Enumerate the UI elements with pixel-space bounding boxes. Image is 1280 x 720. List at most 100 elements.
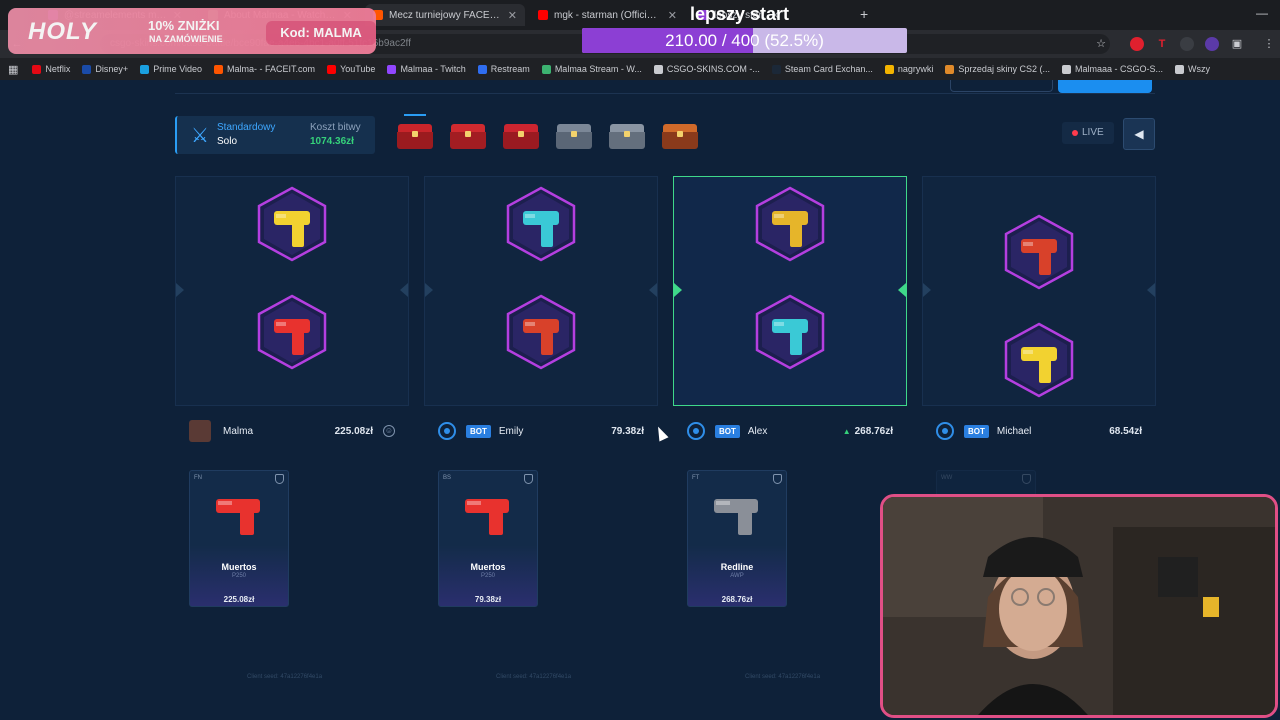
spinner-item — [505, 293, 577, 371]
bookmark-label: Disney+ — [95, 64, 129, 74]
item-condition: FN — [194, 475, 202, 481]
case-thumbnail[interactable] — [608, 122, 646, 150]
bookmark-item[interactable]: Restream — [477, 64, 530, 74]
close-icon[interactable]: ✕ — [508, 9, 517, 22]
bookmark-favicon-icon — [140, 64, 150, 74]
player-name: Malma — [223, 425, 254, 437]
tab-title: mgk - starman (Official Mu — [554, 9, 662, 21]
bookmark-item[interactable]: Wszy — [1175, 64, 1210, 74]
bookmark-item[interactable]: nagrywki — [884, 64, 933, 74]
bookmark-item[interactable]: CSGO-SKINS.COM -... — [653, 64, 760, 74]
bookmark-item[interactable]: Disney+ — [82, 64, 128, 74]
bookmark-label: Restream — [490, 64, 530, 74]
case-thumbnail[interactable] — [502, 122, 540, 150]
tab-favicon-icon — [538, 10, 548, 20]
bookmark-item[interactable]: Netflix — [32, 64, 70, 74]
bot-badge: BOT — [466, 424, 491, 438]
bookmark-label: Netflix — [45, 64, 71, 74]
player-total-text: 268.76zł — [854, 425, 893, 437]
player-total-value: 79.38zł — [611, 426, 644, 437]
spinner-left-marker — [674, 283, 682, 297]
emoji-icon[interactable]: ☺ — [383, 425, 395, 437]
item-price: 268.76zł — [721, 595, 753, 604]
spinner-left-marker — [425, 283, 433, 297]
item-condition: FT — [692, 475, 700, 481]
case-spinner — [673, 176, 907, 406]
bot-avatar-icon — [438, 422, 456, 440]
avatar — [189, 420, 211, 442]
item-price: 225.08zł — [223, 595, 255, 604]
client-seed: Client seed: 47a12276f4e1a — [745, 674, 821, 680]
bookmark-item[interactable]: Malma- - FACEIT.com — [214, 64, 315, 74]
menu-icon[interactable]: ⋮ — [1262, 37, 1276, 51]
browser-tab[interactable]: mgk - starman (Official Mu ✕ — [530, 4, 685, 26]
player-total-value: 225.08zł — [335, 426, 373, 437]
extension-icon[interactable]: T — [1155, 37, 1169, 51]
bookmark-favicon-icon — [32, 64, 42, 74]
close-icon[interactable]: ✕ — [668, 9, 677, 22]
bookmark-item[interactable]: Steam Card Exchan... — [771, 64, 873, 74]
client-seed: Client seed: 47a12276f4e1a — [247, 674, 323, 680]
extension-icon[interactable] — [1130, 37, 1144, 51]
weapon-image — [459, 491, 519, 541]
apps-grid-icon[interactable]: ▦ — [8, 63, 18, 76]
spinner-left-marker — [923, 283, 931, 297]
spinner-right-marker — [1147, 283, 1155, 297]
sound-toggle-button[interactable]: ◀ — [1123, 118, 1155, 150]
browser-tab[interactable]: Mecz turniejowy FACEIT - FACE ✕ — [365, 4, 525, 26]
bookmark-label: Malmaa - Twitch — [400, 64, 466, 74]
minimize-button[interactable]: — — [1256, 6, 1268, 20]
cost-value: 1074.36zł — [310, 136, 354, 147]
client-seed: Client seed: 47a12276f4e1a — [496, 674, 572, 680]
won-item-card[interactable]: FN Muertos P250 225.08zł — [189, 470, 289, 607]
item-type: P250 — [231, 573, 246, 579]
player-name: Michael — [996, 425, 1032, 437]
won-item-card[interactable]: BS Muertos P250 79.38zł — [438, 470, 538, 607]
item-price: 79.38zł — [474, 595, 502, 604]
header-primary-button[interactable] — [1058, 80, 1152, 93]
spinner-item — [1003, 321, 1075, 399]
extension-icon[interactable] — [1180, 37, 1194, 51]
case-thumbnail[interactable] — [661, 122, 699, 150]
bookmark-item[interactable]: Sprzedaj skiny CS2 (... — [945, 64, 1050, 74]
extension-icon[interactable] — [1205, 37, 1219, 51]
bookmark-label: CSGO-SKINS.COM -... — [666, 64, 760, 74]
player-total-text: 225.08zł — [334, 425, 373, 437]
tab-title: Mecz turniejowy FACEIT - FACE — [389, 9, 502, 21]
player-row: BOT Alex ▲ 268.76zł — [673, 416, 907, 446]
current-case-indicator — [404, 114, 426, 116]
bot-avatar-icon — [936, 422, 954, 440]
bookmark-item[interactable]: Malmaa Stream - W... — [541, 64, 642, 74]
bookmark-label: YouTube — [340, 64, 376, 74]
bot-badge: BOT — [715, 424, 740, 438]
case-thumbnail[interactable] — [555, 122, 593, 150]
goal-progress-bar: 210.00 / 400 (52.5%) — [582, 28, 907, 53]
shield-icon — [773, 474, 782, 484]
bookmark-item[interactable]: YouTube — [327, 64, 375, 74]
live-indicator: LIVE — [1062, 122, 1114, 144]
header-secondary-button[interactable] — [950, 80, 1053, 92]
case-spinner — [424, 176, 658, 406]
promo-discount-sub: NA ZAMÓWIENIE — [149, 34, 223, 44]
bookmark-favicon-icon — [387, 64, 397, 74]
won-item-card[interactable]: FT Redline AWP 268.76zł — [687, 470, 787, 607]
promo-logo: HOLY — [28, 18, 97, 45]
new-tab-button[interactable]: + — [860, 6, 868, 22]
bookmark-label: Sprzedaj skiny CS2 (... — [958, 64, 1050, 74]
mode-label: Standardowy — [217, 122, 276, 133]
bookmark-favicon-icon — [541, 64, 551, 74]
case-thumbnail[interactable] — [396, 122, 434, 150]
extensions-puzzle-icon[interactable]: ▣ — [1230, 37, 1244, 51]
bookmark-item[interactable]: Prime Video — [140, 64, 202, 74]
bookmark-label: Malma- - FACEIT.com — [227, 64, 316, 74]
bookmark-star-icon[interactable]: ☆ — [1094, 37, 1108, 51]
bookmark-item[interactable]: Malmaaa - CSGO-S... — [1061, 64, 1163, 74]
case-thumbnail[interactable] — [449, 122, 487, 150]
promo-discount: 10% ZNIŻKI — [148, 18, 220, 33]
item-condition: WW — [941, 475, 953, 481]
bookmark-item[interactable]: Malmaa - Twitch — [387, 64, 466, 74]
bookmark-favicon-icon — [884, 64, 894, 74]
case-spinner — [922, 176, 1156, 406]
live-dot-icon — [1072, 130, 1078, 136]
goal-progress-text: 210.00 / 400 (52.5%) — [665, 31, 824, 50]
